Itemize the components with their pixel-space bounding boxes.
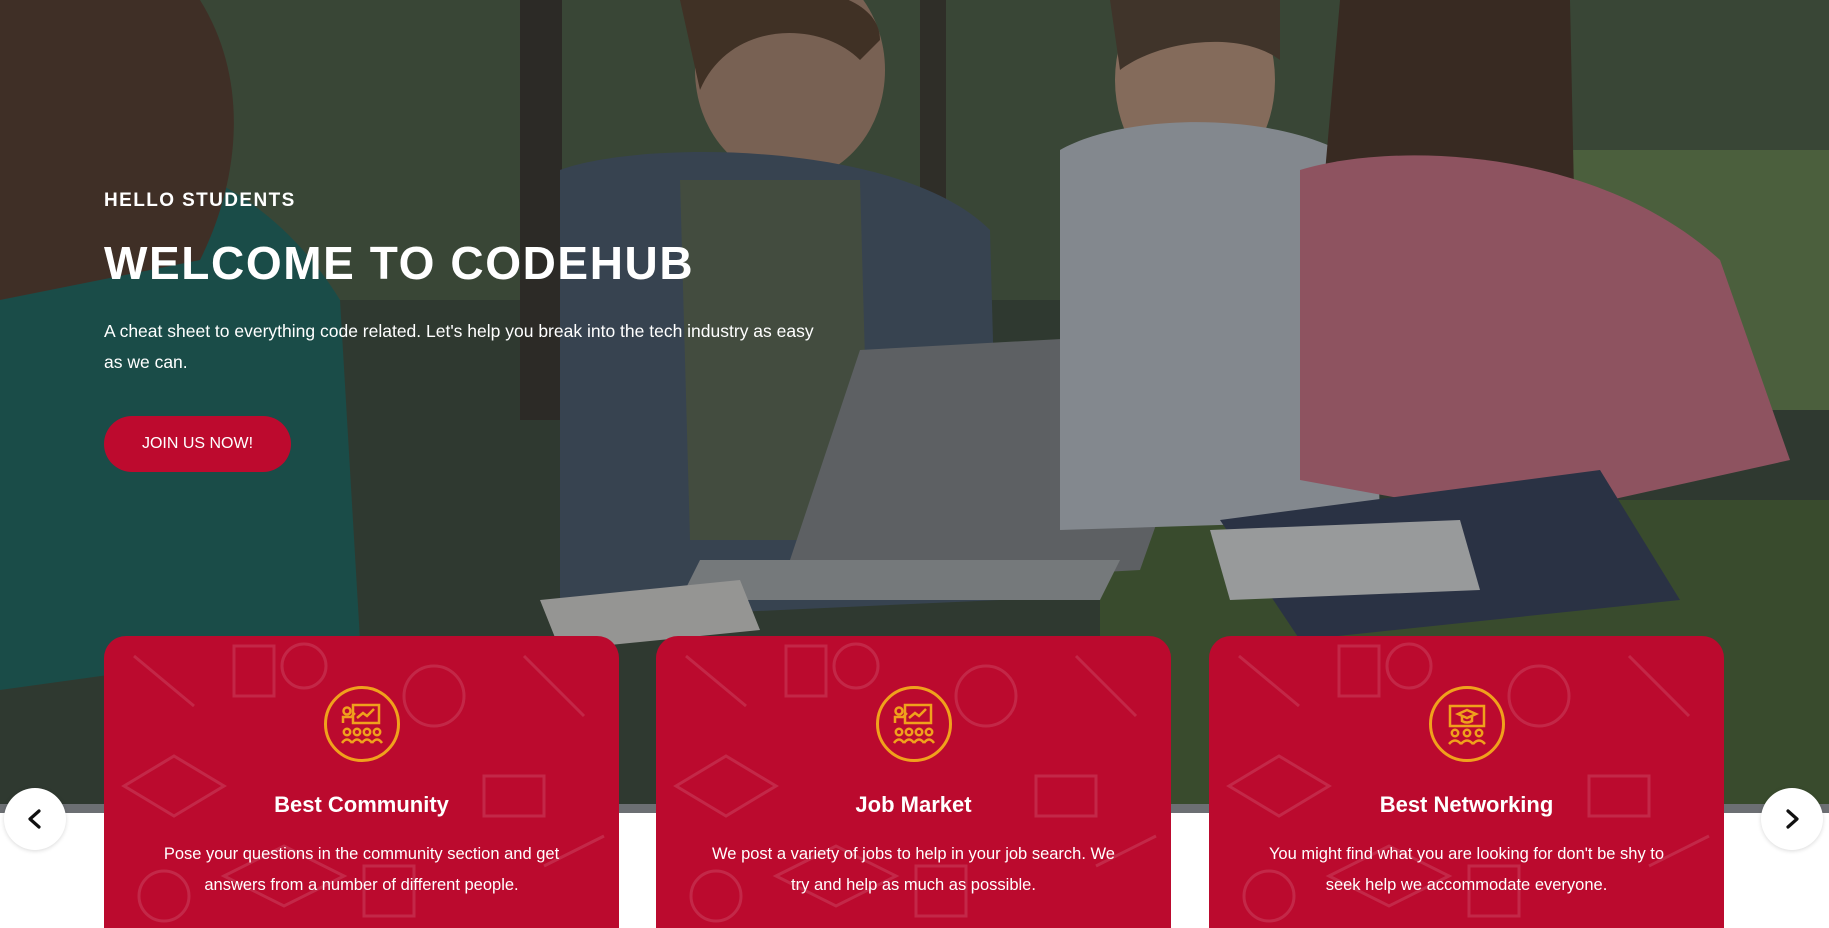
feature-title: Best Networking (1379, 792, 1554, 817)
carousel-prev-button[interactable] (4, 788, 66, 850)
hero-headline: WELCOME TO CODEHUB (104, 237, 695, 289)
feature-card-networking: Best Networking You might find what you … (1209, 636, 1724, 928)
feature-title: Job Market (855, 792, 972, 817)
presentation-audience-icon (323, 686, 400, 762)
chevron-right-icon (1786, 809, 1799, 829)
chevron-left-icon (28, 809, 41, 829)
graduation-board-icon (1428, 686, 1505, 762)
feature-title: Best Community (274, 792, 449, 817)
feature-card-community: Best Community Pose your questions in th… (104, 636, 619, 928)
presentation-audience-icon (875, 686, 952, 762)
feature-description: We post a variety of jobs to help in you… (712, 845, 1115, 894)
feature-card-job-market: Job Market We post a variety of jobs to … (656, 636, 1171, 928)
feature-description: You might find what you are looking for … (1268, 845, 1665, 894)
hero-eyebrow: HELLO STUDENTS (104, 190, 296, 211)
carousel-next-button[interactable] (1761, 788, 1823, 850)
feature-description: Pose your questions in the community sec… (163, 845, 560, 894)
hero-subtext: A cheat sheet to everything code related… (104, 321, 814, 372)
join-us-button[interactable]: JOIN US NOW! (104, 416, 291, 472)
